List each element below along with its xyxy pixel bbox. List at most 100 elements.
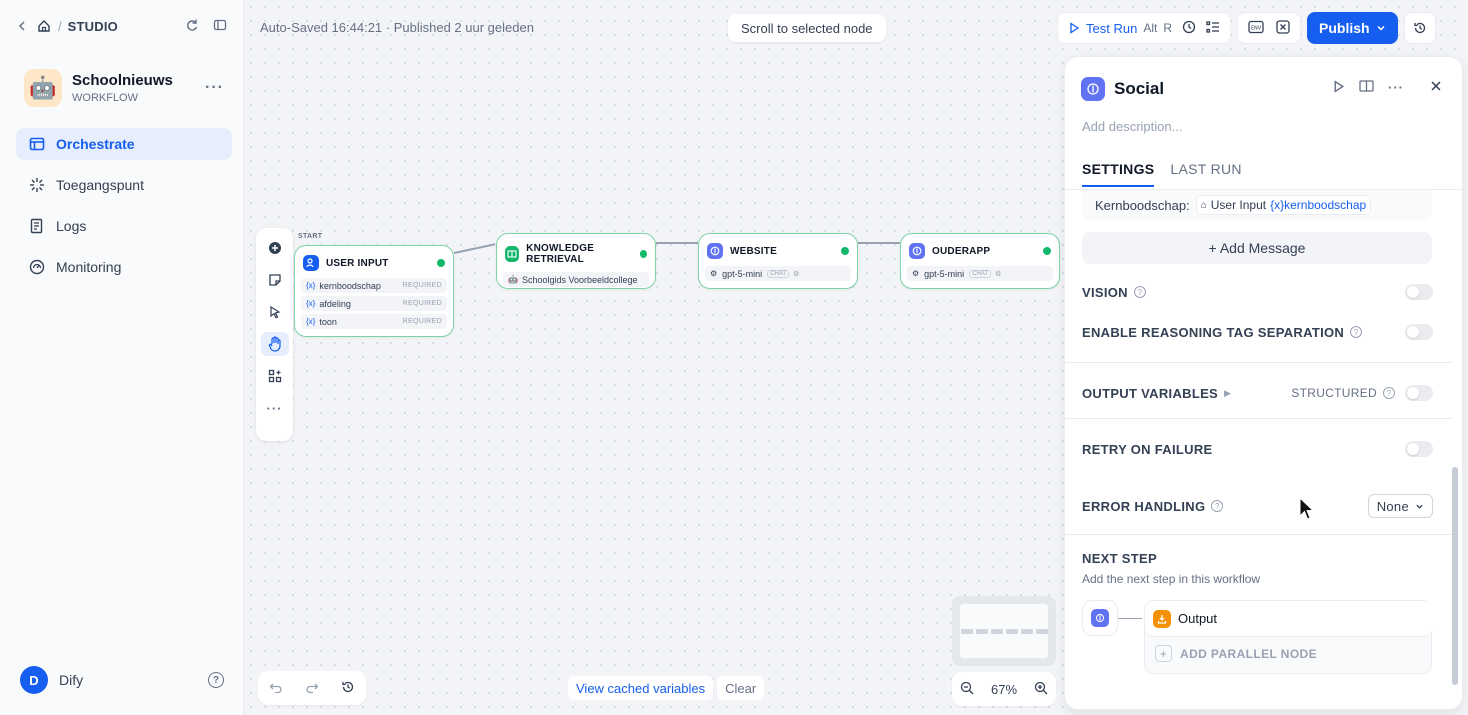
setting-label: ERROR HANDLING [1082, 498, 1206, 514]
node-title: WEBSITE [730, 245, 777, 257]
zoom-level[interactable]: 67% [991, 682, 1017, 697]
knowledge-retrieval-node[interactable]: KNOWLEDGE RETRIEVAL 🤖 Schoolgids Voorbee… [496, 233, 656, 289]
test-run-group: Test Run Alt R [1057, 12, 1231, 44]
minimap[interactable] [952, 596, 1056, 666]
help-icon: ? [1133, 286, 1146, 298]
add-note-icon[interactable] [261, 268, 289, 292]
docs-icon[interactable] [1359, 79, 1374, 96]
model-mode-tag: CHAT [767, 269, 790, 278]
checklist-icon[interactable] [1206, 20, 1220, 37]
variable-reference-chip: ⌂ User Input {x} kernboodschap [1195, 195, 1372, 215]
scroll-to-selected-node-button[interactable]: Scroll to selected node [728, 14, 886, 42]
breadcrumb-studio[interactable]: STUDIO [68, 19, 118, 34]
edge-website-ouderapp [858, 242, 900, 244]
organize-blocks-icon[interactable] [261, 364, 289, 388]
mouse-cursor-icon [1299, 497, 1315, 520]
app-card[interactable]: 🤖 Schoolnieuws WORKFLOW ··· [24, 69, 224, 107]
retry-toggle[interactable] [1405, 441, 1433, 457]
close-icon[interactable] [1430, 80, 1442, 95]
model-mode-tag: CHAT [969, 269, 992, 278]
message-prompt-row[interactable]: Kernboodschap: ⌂ User Input {x} kernboods… [1082, 190, 1432, 220]
status-success-icon [639, 250, 647, 258]
undo-redo-controls [258, 671, 366, 705]
sidebar-item-orchestrate[interactable]: Orchestrate [16, 128, 232, 160]
pointer-icon[interactable] [261, 300, 289, 324]
hand-pan-icon[interactable] [260, 332, 289, 356]
chip-var-name: kernboodschap [1284, 198, 1367, 212]
structured-label: STRUCTURED? [1291, 386, 1395, 400]
run-history-icon[interactable] [1182, 20, 1196, 37]
sync-icon[interactable] [185, 18, 199, 35]
structured-toggle[interactable] [1405, 385, 1433, 401]
next-output-node[interactable]: Output [1145, 601, 1433, 637]
home-icon: ⌂ [1200, 199, 1207, 211]
llm-icon [909, 243, 925, 259]
env-variables-icon[interactable]: ENV [1248, 20, 1264, 37]
more-options-icon[interactable]: ··· [1388, 80, 1404, 95]
add-parallel-label: ADD PARALLEL NODE [1180, 646, 1318, 661]
help-icon: ? [1211, 500, 1224, 512]
reasoning-toggle[interactable] [1405, 324, 1433, 340]
more-icon[interactable]: ··· [261, 396, 289, 420]
llm-icon [1091, 609, 1109, 627]
tab-settings[interactable]: SETTINGS [1082, 161, 1155, 187]
caret-right-icon[interactable]: ▶ [1224, 388, 1231, 399]
back-chevron-icon[interactable] [14, 18, 30, 34]
sidebar-top-icons [185, 18, 227, 35]
home-icon[interactable] [36, 18, 52, 34]
openai-icon: ⚙ [710, 269, 718, 278]
reasoning-setting: ENABLE REASONING TAG SEPARATION ? [1082, 324, 1433, 340]
sidebar-item-toegangspunt[interactable]: Toegangspunt [16, 169, 232, 201]
test-run-button[interactable]: Test Run Alt R [1068, 21, 1172, 36]
panel-scrollbar[interactable] [1452, 197, 1458, 697]
sidebar-item-logs[interactable]: Logs [16, 210, 232, 242]
node-settings-panel: Social ··· Add description... SETTINGS L… [1064, 56, 1463, 710]
scrollbar-thumb[interactable] [1452, 467, 1458, 685]
sidebar: / STUDIO 🤖 Schoolnieuws WORKFLOW ··· Orc… [0, 0, 244, 715]
version-history-button[interactable] [1403, 12, 1436, 44]
tab-last-run[interactable]: LAST RUN [1170, 161, 1241, 187]
zoom-in-icon[interactable] [1034, 681, 1048, 698]
add-node-icon[interactable] [261, 236, 289, 260]
chevron-down-icon [1377, 25, 1385, 31]
user-input-node[interactable]: USER INPUT {x} kernboodschap REQUIRED {x… [294, 245, 454, 337]
website-llm-node[interactable]: WEBSITE ⚙ gpt-5-mini CHAT ⚙ [698, 233, 858, 289]
llm-icon [1081, 77, 1105, 101]
conversation-variables-icon[interactable] [1276, 19, 1290, 37]
app-name: Schoolnieuws [72, 72, 173, 89]
vision-toggle[interactable] [1405, 284, 1433, 300]
description-input[interactable]: Add description... [1082, 119, 1182, 134]
redo-icon[interactable] [305, 680, 319, 697]
user-account[interactable]: D Dify ? [20, 666, 224, 694]
ouderapp-llm-node[interactable]: OUDERAPP ⚙ gpt-5-mini CHAT ⚙ [900, 233, 1060, 289]
panel-actions: ··· [1332, 79, 1442, 96]
publish-button[interactable]: Publish [1307, 12, 1398, 44]
view-cached-variables-button[interactable]: View cached variables [568, 676, 714, 700]
settings-body: Kernboodschap: ⌂ User Input {x} kernboods… [1065, 190, 1462, 709]
add-parallel-node-button[interactable]: + ADD PARALLEL NODE [1155, 645, 1317, 662]
model-settings-icon: ⚙ [793, 270, 800, 278]
openai-icon: ⚙ [912, 269, 920, 278]
panel-title[interactable]: Social [1114, 79, 1164, 99]
clear-cached-button[interactable]: Clear [717, 676, 765, 700]
variable-name: kernboodschap [319, 280, 381, 291]
monitoring-icon [28, 258, 46, 276]
undo-icon[interactable] [269, 680, 283, 697]
panel-tabs: SETTINGS LAST RUN [1082, 161, 1242, 187]
history-icon [1413, 22, 1425, 34]
collapse-sidebar-icon[interactable] [213, 18, 227, 35]
help-icon[interactable]: ? [208, 672, 224, 688]
minimap-viewport [960, 604, 1048, 658]
output-icon [1153, 609, 1171, 628]
sidebar-item-monitoring[interactable]: Monitoring [16, 251, 232, 283]
zoom-out-icon[interactable] [960, 681, 974, 698]
error-handling-select[interactable]: None [1367, 494, 1433, 518]
orchestrate-icon [28, 135, 46, 153]
shortcut-alt: Alt [1143, 21, 1158, 35]
dataset-row: 🤖 Schoolgids Voorbeeldcollege [503, 272, 649, 287]
run-node-icon[interactable] [1332, 79, 1345, 96]
add-message-button[interactable]: + Add Message [1082, 232, 1432, 264]
setting-label[interactable]: OUTPUT VARIABLES [1082, 386, 1218, 401]
history-icon[interactable] [341, 680, 355, 697]
app-more-icon[interactable]: ··· [205, 79, 224, 97]
